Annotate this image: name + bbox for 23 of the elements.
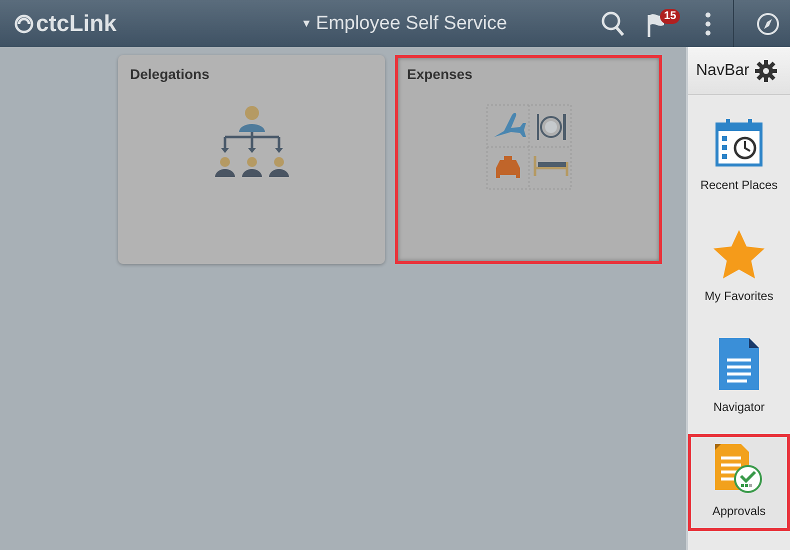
approved-document-icon <box>715 442 763 494</box>
settings-icon[interactable] <box>755 60 778 82</box>
notification-badge: 15 <box>660 8 680 24</box>
document-icon <box>719 338 759 390</box>
app-tile[interactable]: Delegations <box>118 55 385 264</box>
page-title[interactable]: Employee Self Service <box>316 12 508 34</box>
tile-title: Delegations <box>130 66 210 82</box>
more-menu-icon[interactable] <box>705 12 711 36</box>
logo-text: ctcLink <box>36 10 117 37</box>
dropdown-caret[interactable]: ▼ <box>301 18 312 30</box>
navbar-title: NavBar <box>696 62 750 80</box>
expenses-icon <box>486 104 572 190</box>
tile-title: Expenses <box>407 66 472 82</box>
app-tile[interactable]: Expenses <box>395 55 662 264</box>
compass-icon[interactable] <box>756 12 780 36</box>
calendar-clock-icon <box>714 118 764 168</box>
navbar-item[interactable]: Approvals <box>688 434 790 531</box>
navbar-item[interactable]: Recent Places <box>688 95 790 206</box>
navbar-item[interactable]: Navigator <box>688 317 790 428</box>
navbar-item[interactable]: My Favorites <box>688 206 790 317</box>
search-icon[interactable] <box>601 10 625 36</box>
swirl-logo-icon <box>14 14 34 34</box>
star-icon <box>713 229 765 279</box>
